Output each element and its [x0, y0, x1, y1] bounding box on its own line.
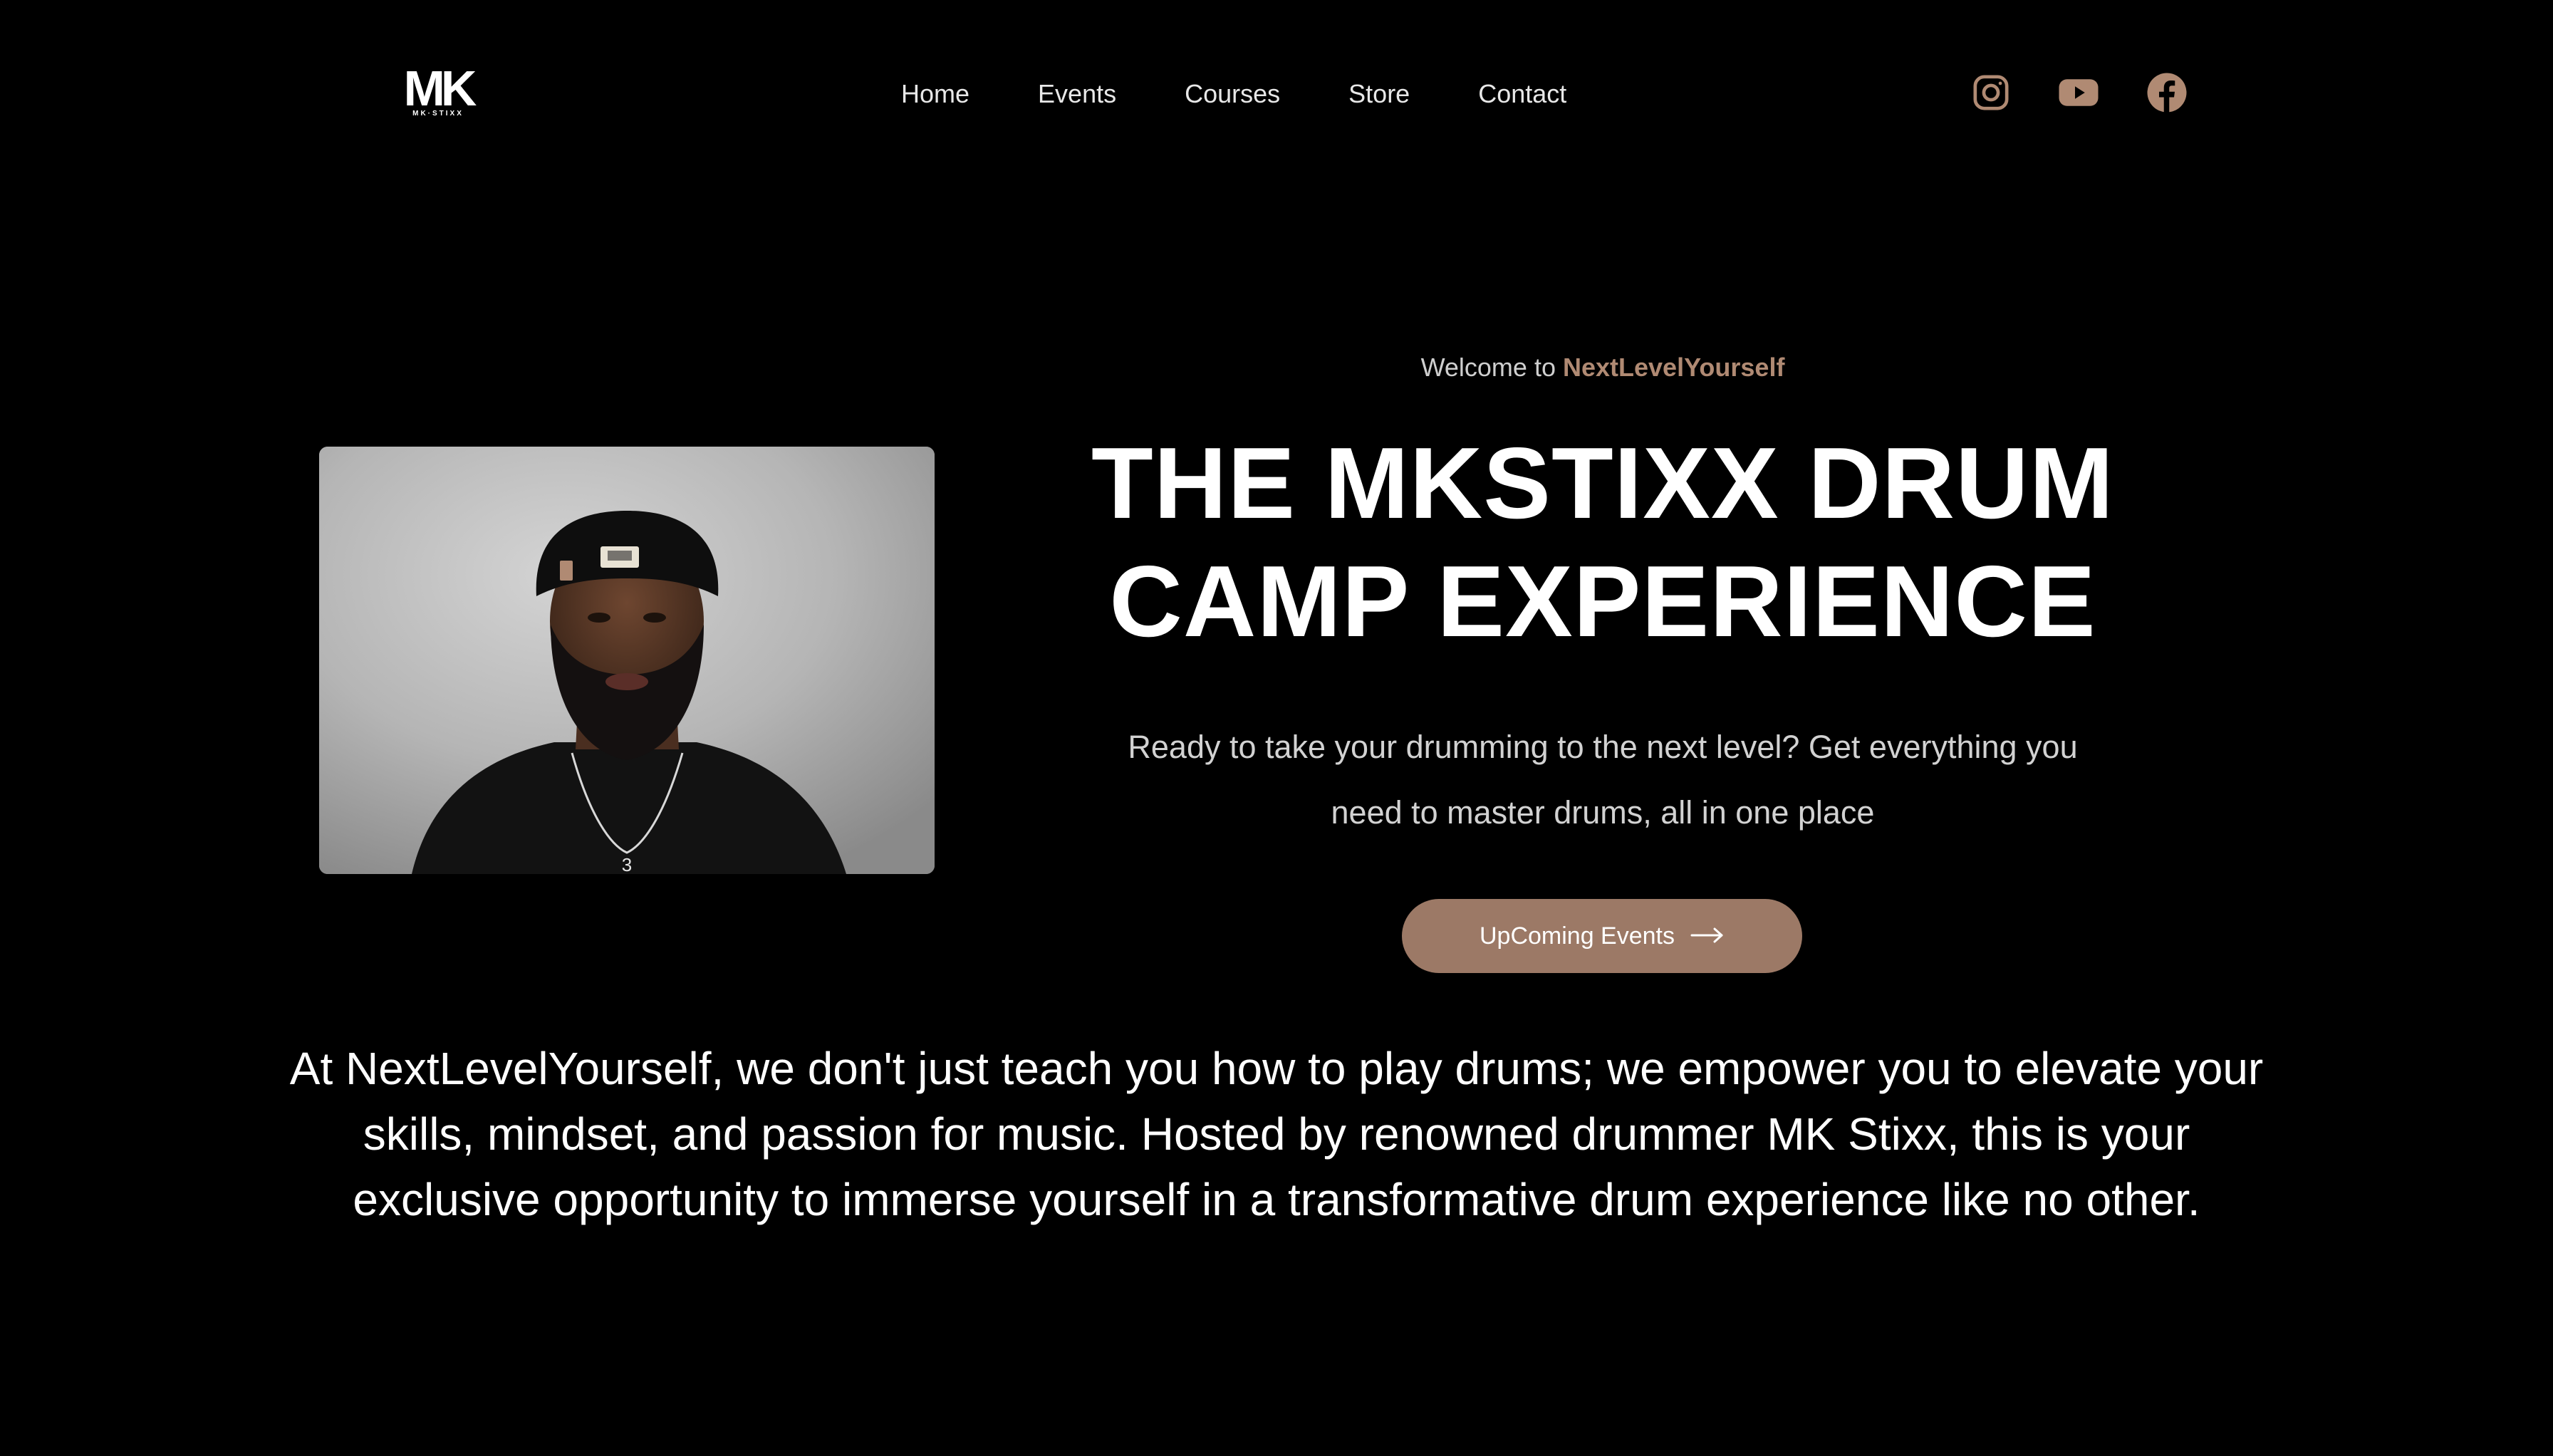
hero-photo: 3 — [319, 447, 935, 874]
main-nav: Home Events Courses Store Contact — [901, 77, 1566, 111]
youtube-link[interactable] — [2057, 71, 2100, 114]
instagram-link[interactable] — [1970, 71, 2012, 114]
facebook-link[interactable] — [2146, 71, 2188, 114]
upcoming-events-button[interactable]: UpComing Events — [1402, 899, 1802, 973]
logo-text: MK — [404, 64, 477, 116]
welcome-brand: NextLevelYourself — [1562, 353, 1785, 382]
nav-link-courses[interactable]: Courses — [1185, 77, 1280, 111]
upcoming-events-label: UpComing Events — [1479, 922, 1675, 950]
site-logo[interactable]: MK MK·STIXX — [399, 61, 481, 118]
nav-link-events[interactable]: Events — [1038, 77, 1116, 111]
welcome-prefix: Welcome to — [1420, 353, 1556, 382]
welcome-text: Welcome to NextLevelYourself — [1097, 350, 2109, 385]
youtube-icon — [2059, 79, 2099, 106]
pendant-text: 3 — [622, 854, 632, 874]
hero-title-line-2: CAMP EXPERIENCE — [1109, 545, 2096, 658]
hero-title-line-1: THE MKSTIXX DRUM — [1091, 427, 2114, 540]
facebook-icon — [2147, 73, 2187, 113]
intro-paragraph: At NextLevelYourself, we don't just teac… — [289, 1043, 2264, 1225]
hero-subtitle: Ready to take your drumming to the next … — [1128, 729, 2078, 831]
logo-subtext: MK·STIXX — [412, 110, 464, 118]
nav-link-store[interactable]: Store — [1348, 77, 1410, 111]
instagram-icon — [1973, 75, 2009, 110]
hero-title: THE MKSTIXX DRUM CAMP EXPERIENCE — [1054, 425, 2151, 661]
nav-link-home[interactable]: Home — [901, 77, 969, 111]
nav-link-contact[interactable]: Contact — [1478, 77, 1566, 111]
arrow-right-icon — [1690, 922, 1725, 950]
